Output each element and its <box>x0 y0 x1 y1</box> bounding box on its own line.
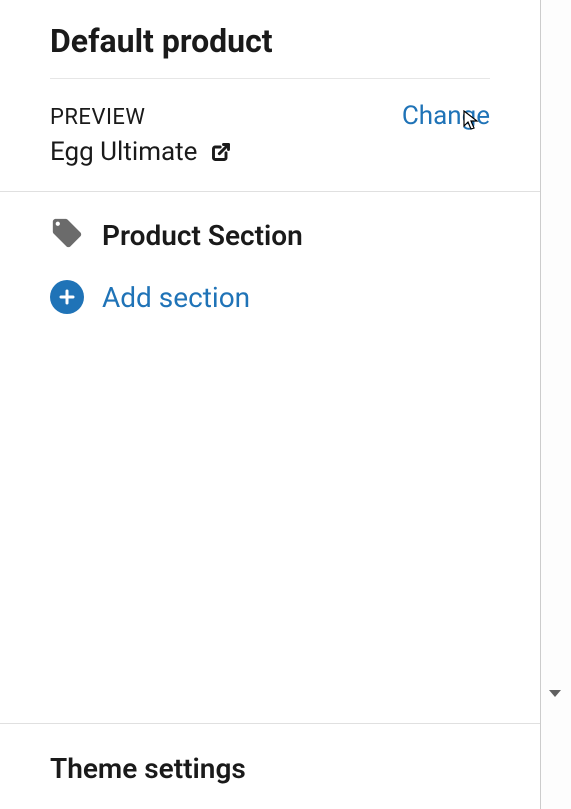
add-section-label: Add section <box>102 281 250 314</box>
sidebar-panel: Default product PREVIEW Change Egg Ultim… <box>0 0 540 809</box>
scrollbar-track[interactable] <box>540 0 571 809</box>
add-section-button[interactable]: Add section <box>50 280 490 314</box>
page-title: Default product <box>50 22 490 60</box>
footer: Theme settings <box>0 723 540 809</box>
preview-block: PREVIEW Change Egg Ultimate <box>0 79 540 191</box>
preview-row: PREVIEW Change <box>50 101 490 131</box>
plus-circle-icon <box>50 280 84 314</box>
section-item-label: Product Section <box>102 219 303 252</box>
theme-settings-link[interactable]: Theme settings <box>50 752 490 785</box>
section-item-product[interactable]: Product Section <box>50 216 490 254</box>
sections-area: Product Section Add section <box>0 191 540 723</box>
tag-icon <box>50 216 84 254</box>
preview-label: PREVIEW <box>50 105 145 130</box>
header-section: Default product <box>0 0 540 79</box>
product-name-row: Egg Ultimate <box>50 137 490 167</box>
scrollbar-arrow-down-icon[interactable] <box>549 690 561 697</box>
external-link-icon[interactable] <box>211 142 231 162</box>
change-link[interactable]: Change <box>402 101 490 131</box>
product-name: Egg Ultimate <box>50 137 197 167</box>
